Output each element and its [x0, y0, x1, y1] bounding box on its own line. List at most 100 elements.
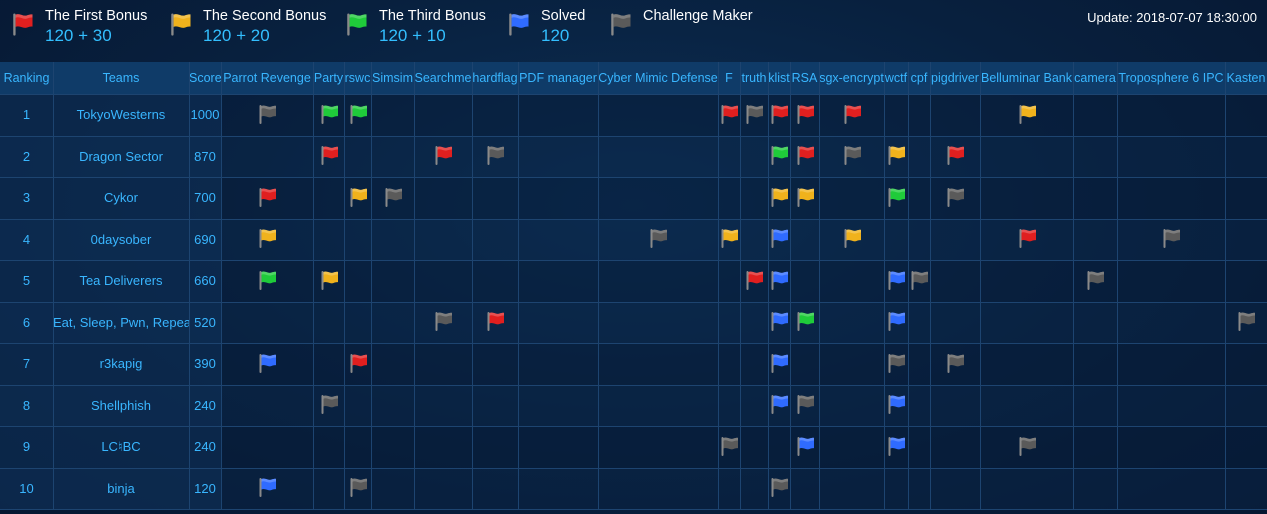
- legend-points: 120 + 20: [203, 26, 270, 45]
- team-name[interactable]: LC♮BC: [53, 426, 189, 467]
- flag-gray-icon: [317, 392, 341, 416]
- flag-red-icon: [483, 309, 507, 333]
- flag-gray-icon: [646, 226, 670, 250]
- rank-cell: 3: [22, 190, 31, 205]
- flag-blue-icon: [884, 268, 908, 292]
- flag-blue-icon: [504, 10, 532, 38]
- team-name[interactable]: Tea Deliverers: [53, 260, 189, 301]
- flag-red-icon: [840, 102, 864, 126]
- team-name[interactable]: binja: [53, 468, 189, 509]
- rank-cell: 9: [22, 439, 31, 454]
- header-ranking: Ranking: [3, 71, 50, 85]
- flag-red-icon: [767, 102, 791, 126]
- legend-solved: Solved 120: [504, 6, 614, 46]
- score-cell: 660: [194, 273, 216, 288]
- flag-yellow-icon: [767, 185, 791, 209]
- team-name[interactable]: 0daysober: [53, 219, 189, 260]
- flag-gray-icon: [255, 102, 279, 126]
- flag-yellow-icon: [346, 185, 370, 209]
- grid-vline: [313, 62, 314, 509]
- legend-label: The Second Bonus: [203, 8, 327, 24]
- score-cell: 1000: [190, 107, 220, 122]
- flag-yellow-icon: [317, 268, 341, 292]
- flag-blue-icon: [767, 392, 791, 416]
- legend-label: Challenge Maker: [643, 8, 753, 24]
- rank-cell: 8: [22, 397, 31, 413]
- grid-vline: [371, 62, 372, 509]
- flag-red-icon: [346, 351, 370, 375]
- grid-hline: [0, 509, 1267, 510]
- grid-vline: [344, 62, 345, 509]
- flag-green-icon: [317, 102, 341, 126]
- grid-vline: [472, 62, 473, 509]
- header-challenge: sgx-encrypt: [819, 71, 884, 85]
- team-name[interactable]: Eat, Sleep, Pwn, Repeat: [53, 302, 189, 343]
- flag-blue-icon: [767, 309, 791, 333]
- rank-cell: 1: [22, 107, 31, 122]
- flag-red-icon: [1015, 226, 1039, 250]
- legend-third-bonus: The Third Bonus 120 + 10: [342, 6, 512, 46]
- rank-cell: 4: [22, 231, 31, 247]
- grid-vline: [598, 62, 599, 509]
- flag-gray-icon: [1234, 309, 1258, 333]
- team-name[interactable]: TokyoWesterns: [53, 94, 189, 135]
- score-cell: 240: [194, 397, 216, 413]
- rank-cell: 7: [22, 356, 31, 371]
- header-challenge: truth: [741, 71, 767, 85]
- header-challenge: cpf: [910, 71, 928, 85]
- legend-first-bonus: The First Bonus 120 + 30: [8, 6, 178, 46]
- flag-gray-icon: [381, 185, 405, 209]
- header-challenge: camera: [1074, 71, 1116, 85]
- flag-yellow-icon: [717, 226, 741, 250]
- flag-gray-icon: [943, 185, 967, 209]
- flag-gray-icon: [1015, 434, 1039, 458]
- legend-label: The First Bonus: [45, 8, 148, 24]
- legend-second-bonus: The Second Bonus 120 + 20: [166, 6, 336, 46]
- flag-gray-icon: [606, 10, 634, 38]
- flag-green-icon: [255, 268, 279, 292]
- flag-gray-icon: [767, 475, 791, 499]
- flag-yellow-icon: [793, 185, 817, 209]
- header-challenge: pigdriver: [931, 71, 979, 85]
- flag-gray-icon: [1083, 268, 1107, 292]
- rank-cell: 10: [19, 480, 34, 496]
- flag-blue-icon: [884, 392, 908, 416]
- rank-cell: 6: [22, 314, 31, 330]
- flag-red-icon: [717, 102, 741, 126]
- flag-red-icon: [317, 143, 341, 167]
- flag-red-icon: [8, 10, 36, 38]
- flag-blue-icon: [255, 351, 279, 375]
- header-challenge: F: [725, 71, 733, 85]
- flag-gray-icon: [717, 434, 741, 458]
- flag-blue-icon: [884, 309, 908, 333]
- header-challenge: Parrot Revenge: [223, 71, 311, 85]
- flag-green-icon: [767, 143, 791, 167]
- header-challenge: RSA: [791, 71, 818, 85]
- flag-red-icon: [943, 143, 967, 167]
- flag-green-icon: [793, 309, 817, 333]
- team-name[interactable]: Shellphish: [53, 385, 189, 426]
- flag-gray-icon: [793, 392, 817, 416]
- legend-points: 120: [541, 26, 570, 45]
- team-name[interactable]: r3kapig: [53, 343, 189, 384]
- header-challenge: klist: [768, 71, 790, 85]
- grid-vline: [1073, 62, 1074, 509]
- flag-gray-icon: [943, 351, 967, 375]
- grid-vline: [414, 62, 415, 509]
- grid-vline: [1117, 62, 1118, 509]
- flag-gray-icon: [884, 351, 908, 375]
- header-challenge: Party: [313, 71, 344, 85]
- update-timestamp: Update: 2018-07-07 18:30:00: [1087, 10, 1257, 25]
- grid-vline: [1225, 62, 1226, 509]
- team-name[interactable]: Dragon Sector: [53, 136, 189, 177]
- legend-points: 120 + 10: [379, 26, 446, 45]
- flag-red-icon: [742, 268, 766, 292]
- header-challenge: wctf: [884, 71, 908, 85]
- flag-gray-icon: [907, 268, 931, 292]
- score-cell: 120: [194, 480, 216, 496]
- legend-challenge-maker: Challenge Maker: [606, 6, 776, 46]
- header-challenge: rswc: [344, 71, 371, 85]
- flag-gray-icon: [346, 475, 370, 499]
- team-name[interactable]: Cykor: [53, 177, 189, 218]
- header-teams: Teams: [102, 71, 140, 85]
